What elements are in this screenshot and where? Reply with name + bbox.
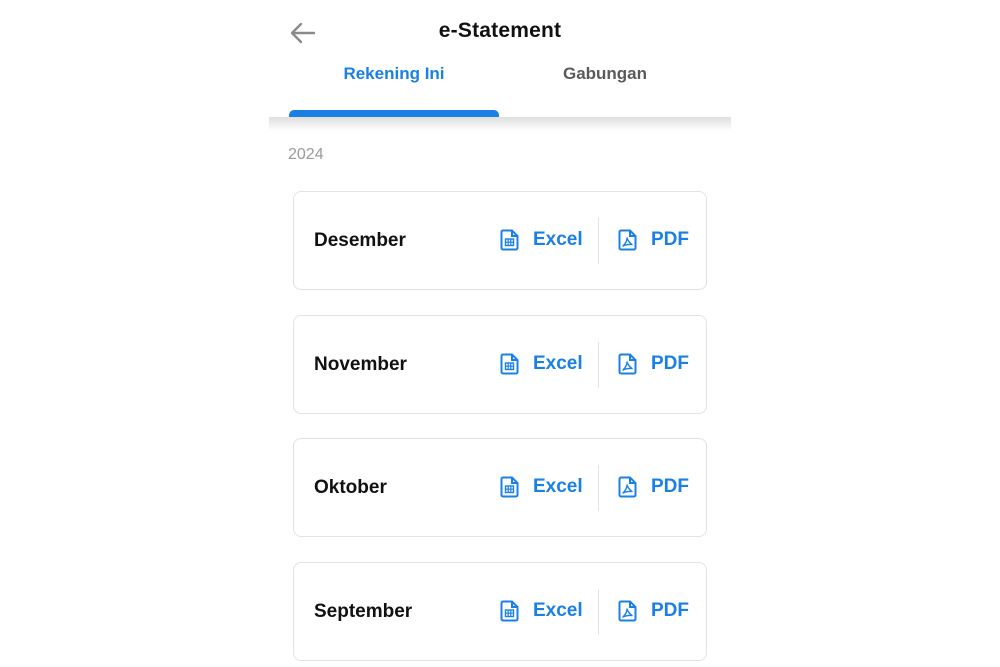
download-excel-button[interactable]: Excel [500, 222, 583, 258]
pdf-file-icon [618, 600, 637, 622]
pdf-label: PDF [651, 353, 689, 374]
statement-card: Desember Excel PDF [293, 191, 707, 290]
statement-card: September Excel PDF [293, 562, 707, 661]
divider [598, 218, 599, 264]
excel-label: Excel [533, 229, 583, 250]
divider [598, 465, 599, 511]
statement-month: November [314, 354, 407, 375]
divider [598, 589, 599, 635]
statement-card: Oktober Excel PDF [293, 438, 707, 537]
divider [598, 342, 599, 388]
spreadsheet-file-icon [500, 600, 519, 622]
spreadsheet-file-icon [500, 353, 519, 375]
spreadsheet-file-icon [500, 229, 519, 251]
app-screen: e-Statement Rekening Ini Gabungan 2024 D… [269, 0, 731, 667]
header: e-Statement Rekening Ini Gabungan [269, 0, 731, 117]
pdf-label: PDF [651, 476, 689, 497]
spreadsheet-file-icon [500, 476, 519, 498]
statement-card: November Excel PDF [293, 315, 707, 414]
download-pdf-button[interactable]: PDF [618, 346, 689, 382]
excel-label: Excel [533, 476, 583, 497]
pdf-label: PDF [651, 229, 689, 250]
tab-rekening-ini[interactable]: Rekening Ini [289, 64, 499, 84]
statement-month: Desember [314, 230, 406, 251]
statement-month: Oktober [314, 477, 387, 498]
download-pdf-button[interactable]: PDF [618, 222, 689, 258]
pdf-file-icon [618, 229, 637, 251]
download-excel-button[interactable]: Excel [500, 346, 583, 382]
excel-label: Excel [533, 600, 583, 621]
tab-gabungan[interactable]: Gabungan [500, 64, 710, 84]
year-label: 2024 [288, 146, 324, 163]
download-pdf-button[interactable]: PDF [618, 469, 689, 505]
download-excel-button[interactable]: Excel [500, 469, 583, 505]
pdf-file-icon [618, 353, 637, 375]
active-tab-indicator [289, 110, 499, 117]
header-shadow [269, 117, 731, 131]
pdf-file-icon [618, 476, 637, 498]
pdf-label: PDF [651, 600, 689, 621]
excel-label: Excel [533, 353, 583, 374]
download-pdf-button[interactable]: PDF [618, 593, 689, 629]
download-excel-button[interactable]: Excel [500, 593, 583, 629]
statement-month: September [314, 601, 413, 622]
page-title: e-Statement [438, 19, 562, 42]
